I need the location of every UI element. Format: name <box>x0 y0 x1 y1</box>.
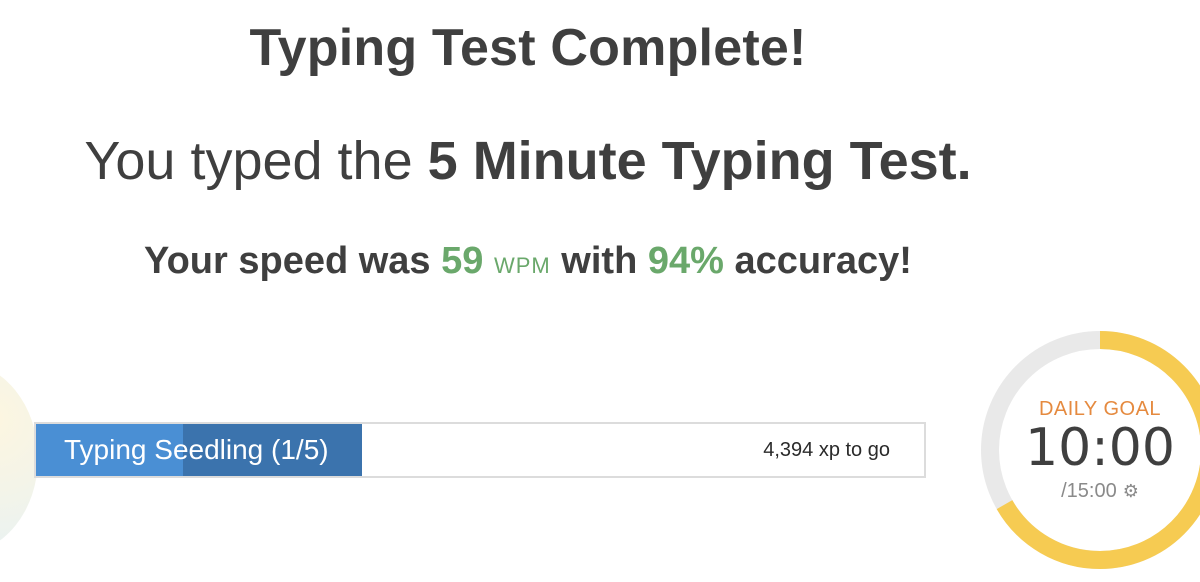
gear-icon[interactable]: ⚙ <box>1123 481 1139 501</box>
test-name: 5 Minute Typing Test. <box>427 131 972 191</box>
level-progress-bar: Typing Seedling (1/5) 4,394 xp to go <box>34 422 926 478</box>
result-suffix: accuracy! <box>734 240 912 282</box>
result-prefix: Your speed was <box>144 240 431 282</box>
daily-goal-target: /15:00 ⚙ <box>1018 480 1182 503</box>
avatar <box>0 362 38 554</box>
wpm-value: 59 <box>441 240 484 282</box>
level-label: Typing Seedling (1/5) <box>64 434 329 465</box>
results-page: Typing Test Complete! You typed the 5 Mi… <box>0 0 1200 582</box>
wpm-unit: WPM <box>493 253 551 278</box>
summary-prefix: You typed the <box>84 131 413 191</box>
accuracy-value: 94% <box>647 240 724 282</box>
xp-remaining: 4,394 xp to go <box>763 438 890 461</box>
test-summary: You typed the 5 Minute Typing Test. <box>0 130 1056 192</box>
page-title: Typing Test Complete! <box>249 19 807 77</box>
daily-goal-widget[interactable]: DAILY GOAL 10:00 /15:00 ⚙ <box>980 330 1200 570</box>
daily-goal-target-text: /15:00 <box>1061 480 1117 502</box>
daily-goal-time: 10:00 <box>1025 418 1175 478</box>
result-line: Your speed was 59 WPM with 94% accuracy! <box>0 240 1056 283</box>
result-middle: with <box>561 240 638 282</box>
